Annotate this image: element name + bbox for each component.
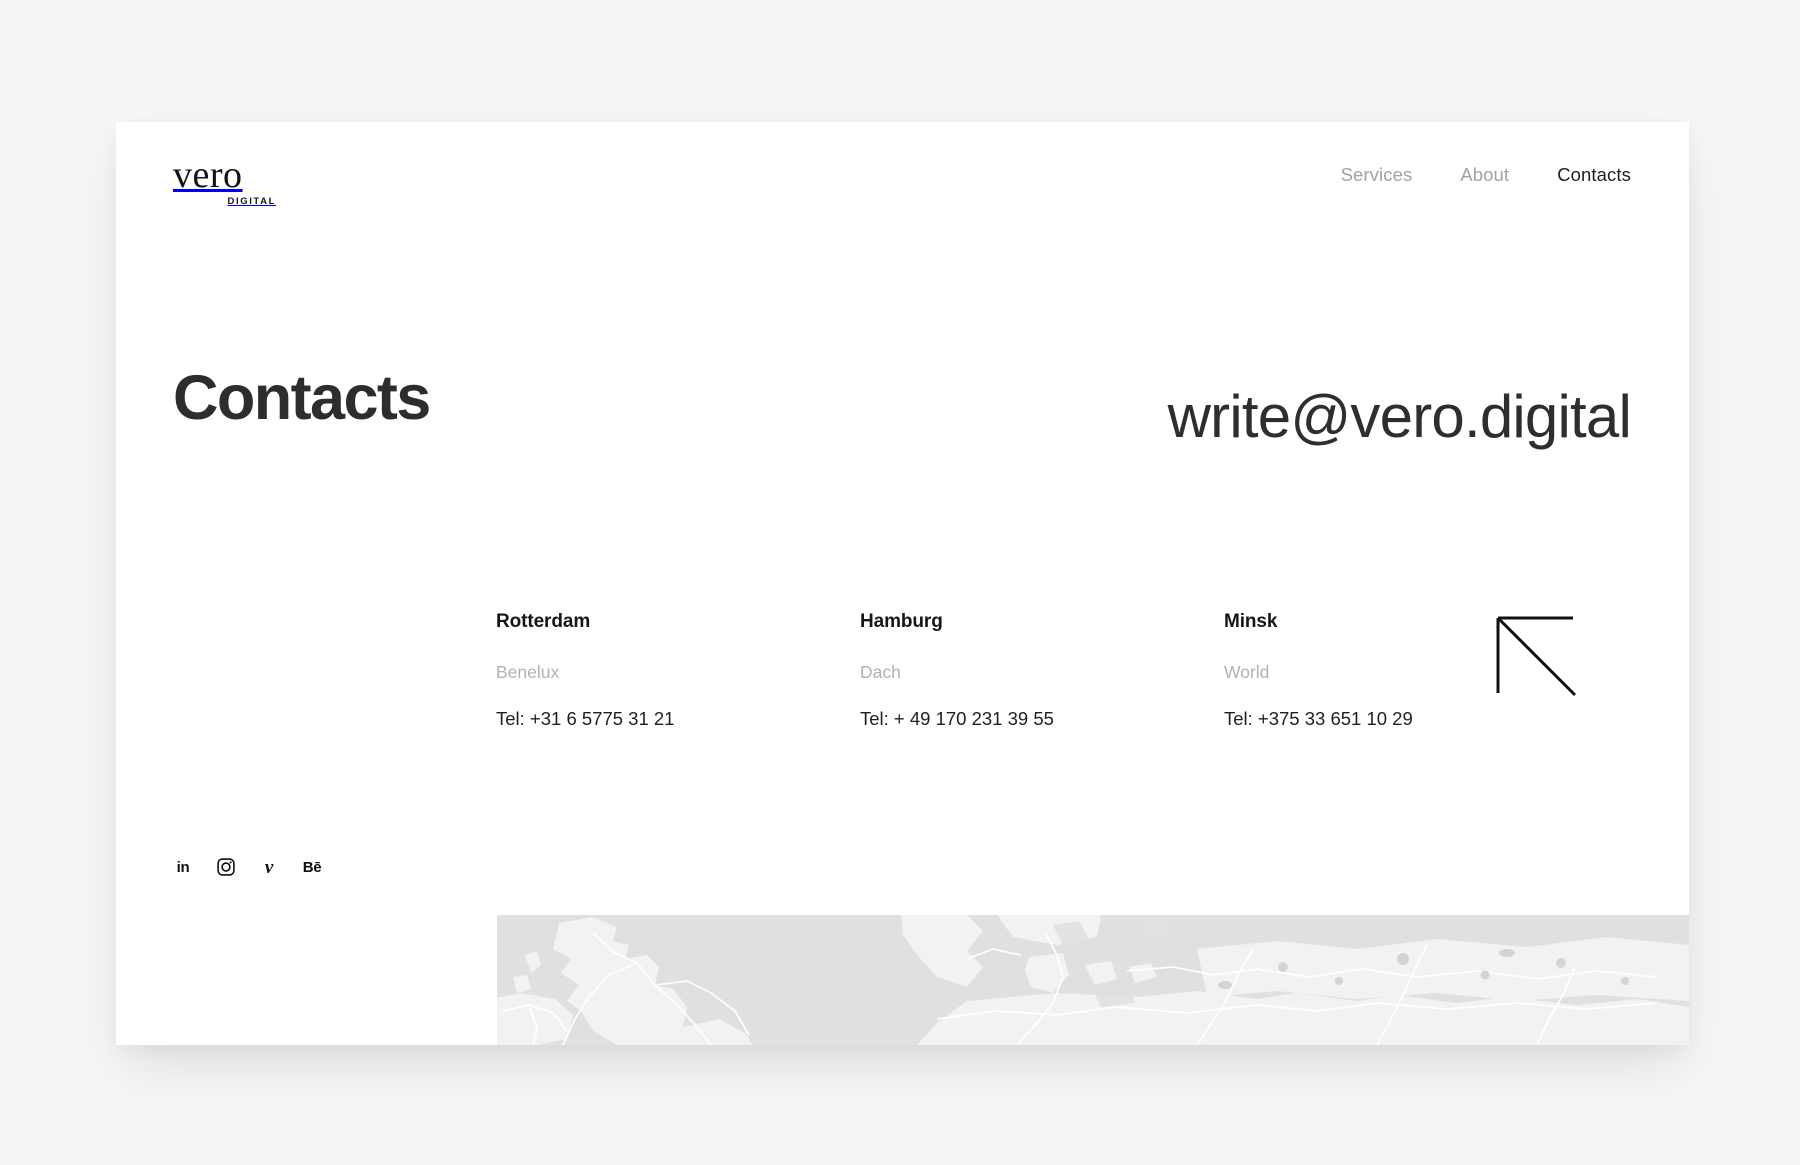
behance-icon[interactable]: Bē <box>302 857 322 877</box>
contact-email-link[interactable]: write@vero.digital <box>1168 384 1632 450</box>
linkedin-label: in <box>176 858 190 876</box>
office-card-minsk: Minsk World Tel: +375 33 651 10 29 <box>1224 612 1504 728</box>
page-card: vero DIGITAL Services About Contacts Con… <box>116 122 1689 1045</box>
arrow-up-left-icon[interactable] <box>1495 615 1581 701</box>
office-region: Dach <box>860 662 901 682</box>
office-phone[interactable]: Tel: + 49 170 231 39 55 <box>860 709 1224 729</box>
office-city: Minsk <box>1224 611 1278 632</box>
office-phone[interactable]: Tel: +375 33 651 10 29 <box>1224 709 1504 729</box>
office-city: Hamburg <box>860 611 943 632</box>
office-region: World <box>1224 662 1270 682</box>
office-phone[interactable]: Tel: +31 6 5775 31 21 <box>496 709 860 729</box>
instagram-icon[interactable] <box>216 857 236 877</box>
hero-section: Contacts write@vero.digital <box>116 122 1689 542</box>
social-links: in v Bē <box>173 857 322 877</box>
behance-label: Bē <box>302 858 322 876</box>
europe-map-band <box>497 915 1689 1045</box>
offices-list: Rotterdam Benelux Tel: +31 6 5775 31 21 … <box>496 612 1506 728</box>
page-title: Contacts <box>173 363 431 433</box>
office-card-rotterdam: Rotterdam Benelux Tel: +31 6 5775 31 21 <box>496 612 860 728</box>
linkedin-icon[interactable]: in <box>173 857 193 877</box>
office-region: Benelux <box>496 662 560 682</box>
vimeo-icon[interactable]: v <box>259 857 279 877</box>
office-city: Rotterdam <box>496 611 591 632</box>
office-card-hamburg: Hamburg Dach Tel: + 49 170 231 39 55 <box>860 612 1224 728</box>
screen: vero DIGITAL Services About Contacts Con… <box>0 0 1800 1165</box>
vimeo-label: v <box>264 856 274 878</box>
